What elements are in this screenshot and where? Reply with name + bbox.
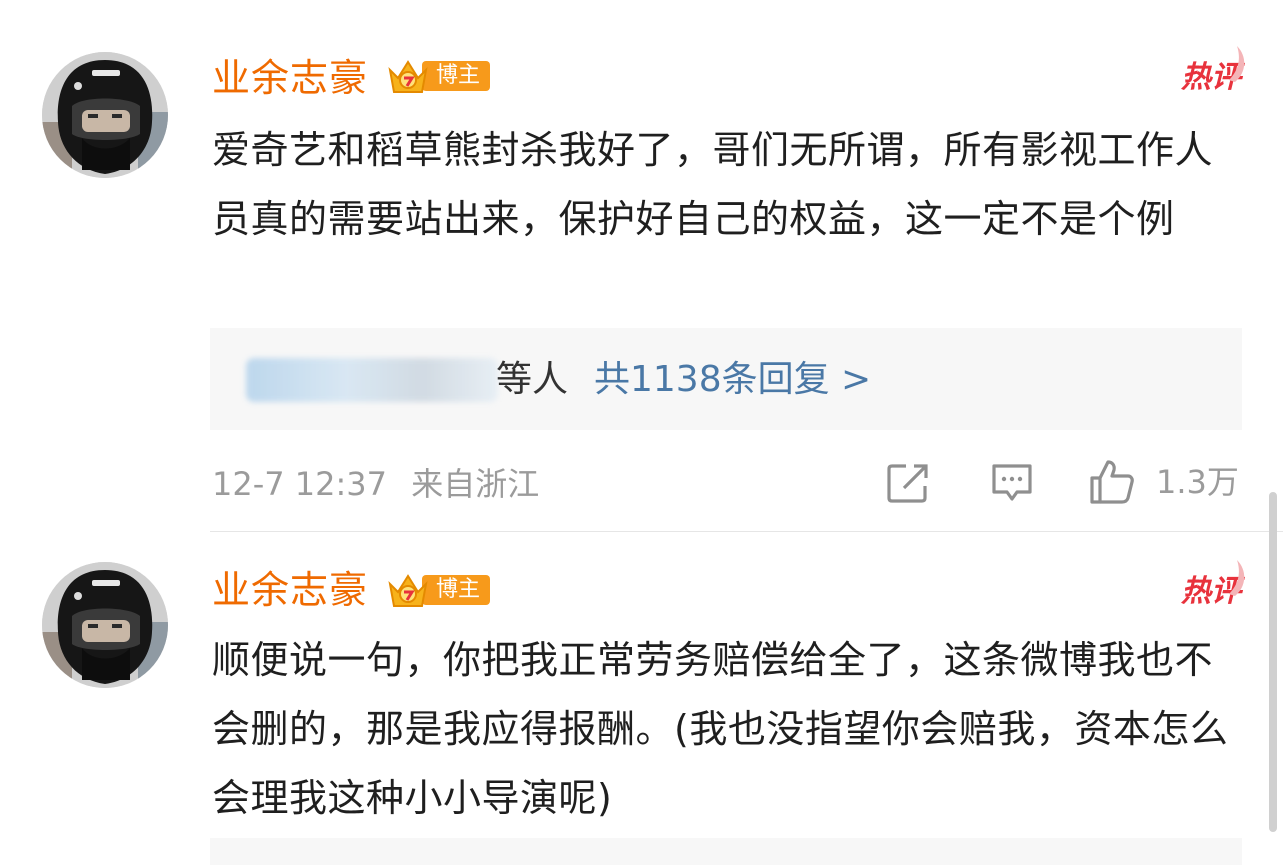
avatar[interactable] bbox=[42, 562, 168, 688]
reply-summary[interactable] bbox=[210, 838, 1242, 865]
crown-icon bbox=[388, 574, 428, 607]
comment-item: 业余志豪 博主 热评 顺便说一句，你把我正常劳务赔偿给全了，这条微博我也不会删的… bbox=[0, 0, 1283, 865]
blogger-badge: 博主 bbox=[386, 572, 491, 608]
crown-icon bbox=[388, 60, 428, 93]
hot-comment-icon bbox=[1229, 560, 1245, 596]
badge-label: 博主 bbox=[422, 575, 491, 605]
scrollbar[interactable] bbox=[1269, 492, 1277, 832]
hot-comment-badge: 热评 bbox=[1181, 560, 1245, 612]
username[interactable]: 业余志豪 bbox=[212, 566, 368, 614]
comment-text: 顺便说一句，你把我正常劳务赔偿给全了，这条微博我也不会删的，那是我应得报酬。(我… bbox=[212, 638, 1229, 820]
